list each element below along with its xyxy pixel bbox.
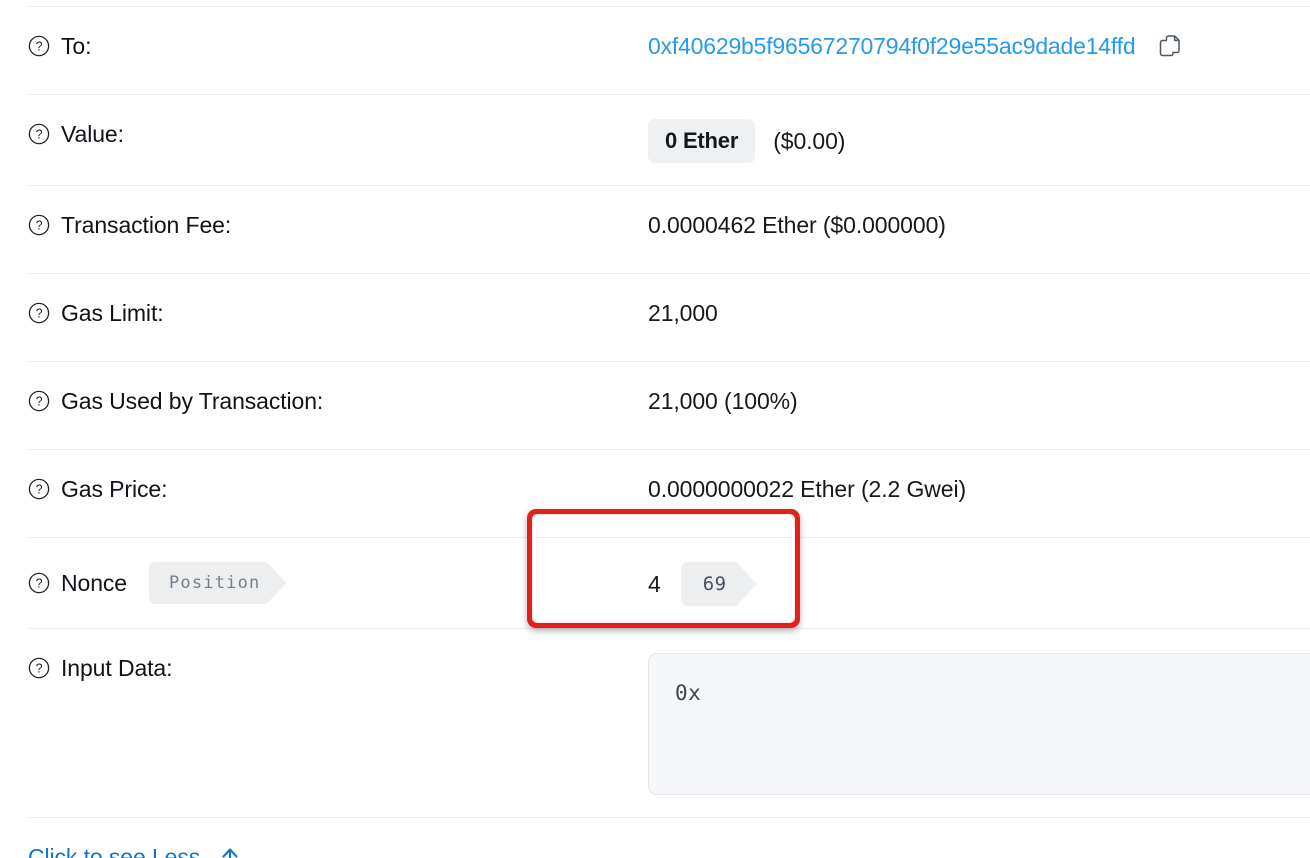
question-circle-icon[interactable]: ? [28,302,50,324]
svg-text:?: ? [36,482,43,496]
input-data-textarea[interactable]: 0x [648,653,1310,795]
question-circle-icon[interactable]: ? [28,214,50,236]
row-value-transaction-fee: 0.0000462 Ether ($0.000000) [648,212,946,238]
position-value-badge: 69 [681,562,757,606]
detail-row-transaction-fee: ? Transaction Fee: 0.0000462 Ether ($0.0… [28,185,1310,273]
svg-text:?: ? [36,306,43,320]
row-value-gas-limit: 21,000 [648,300,718,326]
row-label-transaction-fee: ? Transaction Fee: [28,208,648,240]
row-label-gas-price: ? Gas Price: [28,472,648,504]
row-value-gas-price: 0.0000000022 Ether (2.2 Gwei) [648,476,967,502]
value-ether-pill: 0 Ether [648,119,756,163]
question-circle-icon[interactable]: ? [28,35,50,57]
row-label-nonce: ? Nonce Position [28,560,648,604]
row-label-value: ? Value: [28,117,648,149]
svg-text:?: ? [36,576,43,590]
row-label-input-data: ? Input Data: [28,651,648,683]
row-value-input-data: 0x [648,651,1310,795]
question-circle-icon[interactable]: ? [28,478,50,500]
row-label-text-gas-limit: Gas Limit: [61,300,164,326]
svg-text:?: ? [36,661,43,675]
row-label-text-to: To: [61,33,92,59]
row-label-text-transaction-fee: Transaction Fee: [61,212,232,238]
svg-text:?: ? [36,394,43,408]
row-value-nonce: 4 69 [648,560,1310,606]
panel-footer: Click to see Less [28,817,1310,858]
row-label-text-input-data: Input Data: [61,655,173,681]
copy-icon[interactable] [1157,33,1183,59]
svg-text:?: ? [36,39,43,53]
nonce-number: 4 [648,571,661,597]
question-circle-icon[interactable]: ? [28,657,50,679]
transaction-details-panel: ? To: 0xf40629b5f96567270794f0f29e55ac9d… [0,0,1310,858]
detail-row-nonce: ? Nonce Position 4 69 [28,537,1310,628]
row-label-to: ? To: [28,29,648,61]
arrow-up-icon[interactable] [220,846,240,858]
detail-row-gas-limit: ? Gas Limit: 21,000 [28,273,1310,361]
svg-text:?: ? [36,218,43,232]
nonce-label-wrap: Nonce Position [61,562,286,604]
row-label-gas-used: ? Gas Used by Transaction: [28,384,648,416]
svg-text:?: ? [36,127,43,141]
row-value-value: 0 Ether ($0.00) [648,117,1310,163]
detail-row-gas-price: ? Gas Price: 0.0000000022 Ether (2.2 Gwe… [28,449,1310,537]
row-label-text-gas-price: Gas Price: [61,476,168,502]
detail-row-input-data: ? Input Data: 0x [28,628,1310,817]
to-address-link[interactable]: 0xf40629b5f96567270794f0f29e55ac9dade14f… [648,31,1136,61]
row-label-text-value: Value: [61,121,124,147]
detail-row-gas-used: ? Gas Used by Transaction: 21,000 (100%) [28,361,1310,449]
row-label-text-gas-used: Gas Used by Transaction: [61,388,324,414]
position-tag-badge: Position [149,562,286,604]
question-circle-icon[interactable]: ? [28,572,50,594]
question-circle-icon[interactable]: ? [28,390,50,412]
click-to-see-less-link[interactable]: Click to see Less [28,844,200,858]
row-value-gas-used: 21,000 (100%) [648,388,798,414]
row-label-text-nonce: Nonce [61,570,127,596]
detail-row-value: ? Value: 0 Ether ($0.00) [28,94,1310,185]
row-label-gas-limit: ? Gas Limit: [28,296,648,328]
row-value-to: 0xf40629b5f96567270794f0f29e55ac9dade14f… [648,29,1310,61]
value-usd-text: ($0.00) [773,128,846,154]
detail-row-to: ? To: 0xf40629b5f96567270794f0f29e55ac9d… [28,6,1310,94]
question-circle-icon[interactable]: ? [28,123,50,145]
